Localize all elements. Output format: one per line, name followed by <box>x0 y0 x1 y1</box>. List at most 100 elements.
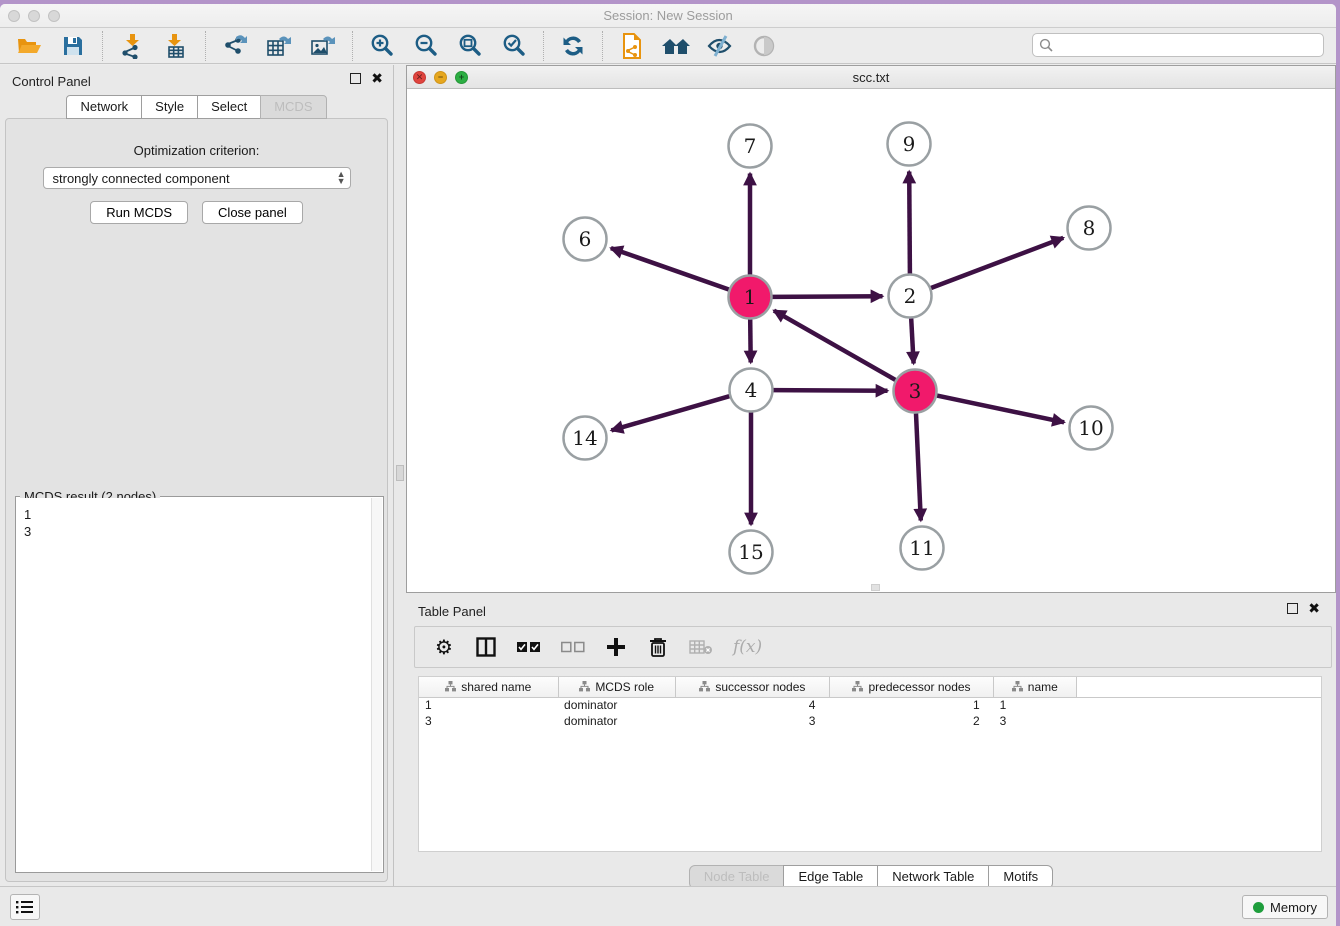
close-table-panel-icon[interactable]: ✖ <box>1308 603 1320 614</box>
node-label: 3 <box>909 379 922 403</box>
node-label: 10 <box>1078 416 1103 440</box>
column-header-predecessor-nodes[interactable]: predecessor nodes <box>829 677 993 697</box>
search-input[interactable] <box>1057 38 1323 53</box>
graph-node-6[interactable]: 6 <box>564 218 607 261</box>
mcds-panel: Optimization criterion: strongly connect… <box>5 118 388 882</box>
column-header-name[interactable]: name <box>994 677 1076 697</box>
toolbar-search[interactable] <box>1032 33 1324 57</box>
graph-node-15[interactable]: 15 <box>730 531 773 574</box>
graph-node-11[interactable]: 11 <box>901 527 944 570</box>
delete-trash-icon[interactable] <box>647 635 669 659</box>
export-image-icon[interactable] <box>308 31 338 61</box>
open-session-icon[interactable] <box>14 31 44 61</box>
refresh-icon[interactable] <box>558 31 588 61</box>
table-cell[interactable]: 4 <box>675 697 829 713</box>
tab-select[interactable]: Select <box>197 95 261 119</box>
table-cell[interactable]: 1 <box>994 697 1076 713</box>
birds-eye-view-icon[interactable] <box>749 31 779 61</box>
divider-grip-icon[interactable] <box>396 465 404 481</box>
zoom-in-icon[interactable] <box>367 31 397 61</box>
network-canvas[interactable]: 7 9 6 8 1 2 4 3 14 10 15 11 <box>407 89 1335 592</box>
export-table-icon[interactable] <box>264 31 294 61</box>
node-label: 9 <box>903 132 916 156</box>
network-window-titlebar[interactable]: ✕ − + scc.txt <box>407 66 1335 89</box>
edge-2-8[interactable] <box>931 238 1063 288</box>
table-settings-gear-icon[interactable]: ⚙ <box>433 635 455 659</box>
home-networks-icon[interactable] <box>661 31 691 61</box>
show-columns-icon[interactable] <box>475 635 497 659</box>
tab-mcds[interactable]: MCDS <box>260 95 326 119</box>
delete-table-icon <box>689 635 713 659</box>
edge-2-9[interactable] <box>909 172 910 274</box>
zoom-out-icon[interactable] <box>411 31 441 61</box>
table-cell[interactable]: dominator <box>558 713 675 729</box>
graph-node-8[interactable]: 8 <box>1068 207 1111 250</box>
table-cell[interactable]: dominator <box>558 697 675 713</box>
task-history-button[interactable] <box>10 894 40 920</box>
table-row[interactable]: 1dominator411 <box>419 697 1321 713</box>
edge-1-4[interactable] <box>750 320 751 363</box>
clone-network-icon[interactable] <box>617 31 647 61</box>
graph-node-2[interactable]: 2 <box>889 275 932 318</box>
zoom-selected-icon[interactable] <box>499 31 529 61</box>
table-cell[interactable] <box>1076 713 1321 729</box>
table-cell[interactable]: 1 <box>829 697 993 713</box>
result-scrollbar[interactable] <box>371 498 382 871</box>
graph-node-14[interactable]: 14 <box>564 417 607 460</box>
column-header-shared-name[interactable]: shared name <box>419 677 558 697</box>
run-mcds-button[interactable]: Run MCDS <box>90 201 188 224</box>
graph-node-3[interactable]: 3 <box>894 370 937 413</box>
edge-3-11[interactable] <box>916 414 921 521</box>
edge-4-14[interactable] <box>611 396 729 430</box>
tab-style[interactable]: Style <box>141 95 198 119</box>
add-row-plus-icon[interactable] <box>605 635 627 659</box>
main-toolbar <box>0 28 1336 64</box>
list-icon <box>16 900 34 914</box>
graph-node-4[interactable]: 4 <box>730 369 773 412</box>
tab-network[interactable]: Network <box>66 95 142 119</box>
panel-divider[interactable] <box>394 65 406 886</box>
deselect-all-icon[interactable] <box>561 635 585 659</box>
edge-1-2[interactable] <box>773 296 883 297</box>
import-table-icon[interactable] <box>161 31 191 61</box>
table-cell[interactable] <box>1076 697 1321 713</box>
export-network-icon[interactable] <box>220 31 250 61</box>
column-header-MCDS-role[interactable]: MCDS role <box>558 677 675 697</box>
node-label: 7 <box>744 134 757 158</box>
float-table-panel-icon[interactable] <box>1287 603 1298 614</box>
table-cell[interactable]: 3 <box>675 713 829 729</box>
float-panel-icon[interactable] <box>350 73 361 84</box>
graph-node-10[interactable]: 10 <box>1070 407 1113 450</box>
import-network-icon[interactable] <box>117 31 147 61</box>
table-body: 1dominator4113dominator323 <box>419 697 1321 729</box>
node-label: 6 <box>579 227 592 251</box>
mcds-result-list[interactable]: 13 <box>17 498 371 871</box>
column-header-successor-nodes[interactable]: successor nodes <box>675 677 829 697</box>
close-panel-icon[interactable]: ✖ <box>371 73 383 84</box>
table-row[interactable]: 3dominator323 <box>419 713 1321 729</box>
table-header-row: shared nameMCDS rolesuccessor nodesprede… <box>419 677 1321 697</box>
show-hide-graphics-icon[interactable] <box>705 31 735 61</box>
edge-2-3[interactable] <box>911 319 913 364</box>
table-cell[interactable]: 2 <box>829 713 993 729</box>
close-panel-button[interactable]: Close panel <box>202 201 303 224</box>
edge-4-3[interactable] <box>774 390 888 391</box>
graph-node-7[interactable]: 7 <box>729 125 772 168</box>
app-window: Session: New Session <box>0 4 1336 926</box>
edge-1-6[interactable] <box>611 248 729 289</box>
edge-3-1[interactable] <box>774 311 896 380</box>
control-panel: Control Panel ✖ NetworkStyleSelectMCDS O… <box>0 65 394 886</box>
graph-node-1[interactable]: 1 <box>729 276 772 319</box>
memory-button[interactable]: Memory <box>1242 895 1328 919</box>
zoom-fit-icon[interactable] <box>455 31 485 61</box>
save-session-icon[interactable] <box>58 31 88 61</box>
edge-3-10[interactable] <box>937 396 1064 423</box>
table-cell[interactable]: 3 <box>994 713 1076 729</box>
optimization-dropdown[interactable]: strongly connected component ▲▼ <box>43 167 351 189</box>
select-all-icon[interactable] <box>517 635 541 659</box>
table-cell[interactable]: 3 <box>419 713 558 729</box>
network-resize-grip[interactable] <box>871 584 880 591</box>
node-label: 11 <box>909 536 934 560</box>
graph-node-9[interactable]: 9 <box>888 123 931 166</box>
table-cell[interactable]: 1 <box>419 697 558 713</box>
